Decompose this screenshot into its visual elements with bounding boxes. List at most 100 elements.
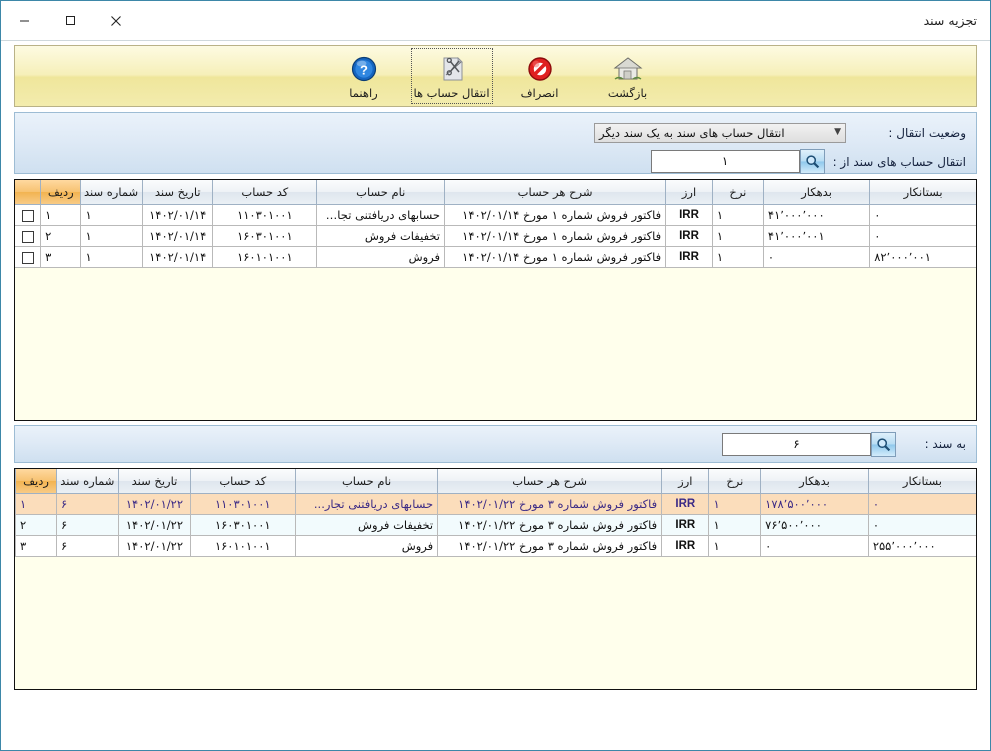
target-doc-panel: به سند : ۶: [14, 425, 977, 463]
cell-description: فاکتور فروش شماره ۱ مورخ ۱۴۰۲/۰۱/۱۴: [444, 204, 666, 226]
header-currency[interactable]: ارز: [665, 180, 713, 205]
cell-debit: ۴۱٬۰۰۰٬۰۰۱: [762, 225, 870, 247]
minimize-button[interactable]: [1, 1, 47, 40]
header-account-code[interactable]: کد حساب: [212, 180, 317, 205]
transfer-from-input[interactable]: ۱: [650, 150, 800, 173]
cell-rate: ۱: [708, 535, 761, 557]
cell-doc-date: ۱۴۰۲/۰۱/۱۴: [142, 225, 213, 247]
cell-description: فاکتور فروش شماره ۳ مورخ ۱۴۰۲/۰۱/۲۲: [437, 493, 662, 515]
cell-description: فاکتور فروش شماره ۱ مورخ ۱۴۰۲/۰۱/۱۴: [444, 225, 666, 247]
cell-doc-number: ۱: [80, 246, 143, 268]
window-title: تجزیه سند: [923, 13, 977, 28]
transfer-settings-panel: وضعیت انتقال : انتقال حساب های سند به یک…: [14, 112, 977, 174]
cell-row-no: ۱: [15, 493, 57, 515]
row-checkbox[interactable]: [21, 230, 34, 243]
table-row[interactable]: ۰ ۴۱٬۰۰۰٬۰۰۱ ۱ IRR فاکتور فروش شماره ۱ م…: [15, 225, 976, 247]
maximize-button[interactable]: [47, 1, 93, 40]
help-button[interactable]: ? راهنما: [323, 48, 405, 104]
target-doc-search-button[interactable]: [871, 431, 896, 457]
transfer-from-search-button[interactable]: [799, 149, 825, 174]
source-grid-table: بستانکار بدهکار نرخ ارز شرح هر حساب نام …: [15, 180, 976, 268]
table-row[interactable]: ۰ ۷۶٬۵۰۰٬۰۰۰ ۱ IRR فاکتور فروش شماره ۳ م…: [15, 514, 976, 536]
cell-doc-number: ۶: [55, 535, 119, 557]
source-grid-header-row: بستانکار بدهکار نرخ ارز شرح هر حساب نام …: [15, 180, 976, 205]
table-row[interactable]: ۰ ۱۷۸٬۵۰۰٬۰۰۰ ۱ IRR فاکتور فروش شماره ۳ …: [15, 493, 976, 515]
transfer-from-label: انتقال حساب های سند از :: [832, 154, 966, 169]
header-debit[interactable]: بدهکار: [762, 180, 870, 205]
transfer-from-row: انتقال حساب های سند از : ۱: [25, 149, 966, 174]
transfer-accounts-icon: [437, 53, 467, 85]
cancel-button-label: انصراف: [520, 85, 559, 100]
cell-currency: IRR: [661, 493, 709, 515]
cell-credit: ۰: [869, 204, 976, 226]
header-doc-date[interactable]: تاریخ سند: [142, 180, 213, 205]
target-doc-row: به سند : ۶: [722, 431, 966, 457]
close-button[interactable]: [93, 1, 139, 40]
source-grid[interactable]: بستانکار بدهکار نرخ ارز شرح هر حساب نام …: [14, 179, 977, 421]
cell-currency: IRR: [665, 246, 713, 268]
cell-select[interactable]: [15, 204, 41, 226]
header-debit[interactable]: بدهکار: [760, 469, 869, 494]
cell-doc-number: ۱: [80, 204, 143, 226]
header-account-name[interactable]: نام حساب: [316, 180, 445, 205]
header-doc-number[interactable]: شماره سند: [80, 180, 143, 205]
target-doc-search-group: ۶: [722, 431, 896, 457]
home-back-icon: [613, 53, 643, 85]
cell-account-code: ۱۱۰۳۰۱۰۰۱: [212, 204, 317, 226]
cell-doc-number: ۶: [55, 514, 119, 536]
header-doc-date[interactable]: تاریخ سند: [118, 469, 190, 494]
target-grid-container: بستانکار بدهکار نرخ ارز شرح هر حساب نام …: [1, 463, 990, 690]
target-doc-label: به سند :: [924, 437, 966, 451]
cell-rate: ۱: [711, 225, 764, 247]
window-controls: [1, 1, 139, 40]
header-currency[interactable]: ارز: [661, 469, 709, 494]
header-row-no[interactable]: ردیف: [15, 469, 57, 494]
cell-description: فاکتور فروش شماره ۳ مورخ ۱۴۰۲/۰۱/۲۲: [437, 535, 662, 557]
cell-row-no: ۲: [40, 225, 81, 247]
cell-account-code: ۱۶۰۳۰۱۰۰۱: [212, 225, 317, 247]
header-credit[interactable]: بستانکار: [867, 469, 976, 494]
magnifier-icon: [805, 155, 819, 169]
table-row[interactable]: ۰ ۴۱٬۰۰۰٬۰۰۰ ۱ IRR فاکتور فروش شماره ۱ م…: [15, 204, 976, 226]
header-account-name[interactable]: نام حساب: [295, 469, 438, 494]
header-row-no[interactable]: ردیف: [40, 180, 81, 205]
cell-select[interactable]: [15, 225, 41, 247]
cell-account-name: فروش: [316, 246, 445, 268]
cell-account-code: ۱۶۰۱۰۱۰۰۱: [189, 535, 296, 557]
header-description[interactable]: شرح هر حساب: [444, 180, 666, 205]
header-rate[interactable]: نرخ: [708, 469, 761, 494]
cell-account-code: ۱۱۰۳۰۱۰۰۱: [189, 493, 296, 515]
cell-credit: ۲۵۵٬۰۰۰٬۰۰۰: [867, 535, 976, 557]
header-description[interactable]: شرح هر حساب: [437, 469, 662, 494]
cell-currency: IRR: [661, 514, 709, 536]
transfer-accounts-button-label: انتقال حساب ها: [413, 85, 490, 100]
table-row[interactable]: ۲۵۵٬۰۰۰٬۰۰۰ ۰ ۱ IRR فاکتور فروش شماره ۳ …: [15, 535, 976, 557]
cell-select[interactable]: [15, 246, 41, 268]
help-button-label: راهنما: [349, 85, 378, 100]
back-button[interactable]: بازگشت: [587, 48, 669, 104]
transfer-status-select[interactable]: انتقال حساب های سند به یک سند دیگر ▼: [594, 122, 846, 143]
target-grid-body: ۰ ۱۷۸٬۵۰۰٬۰۰۰ ۱ IRR فاکتور فروش شماره ۳ …: [15, 493, 976, 557]
header-account-code[interactable]: کد حساب: [189, 469, 296, 494]
header-select-all[interactable]: [15, 180, 41, 205]
cell-rate: ۱: [711, 204, 764, 226]
header-credit[interactable]: بستانکار: [869, 180, 976, 205]
cell-account-name: حسابهای دریافتنی تجار...: [316, 204, 445, 226]
target-doc-input[interactable]: ۶: [722, 432, 871, 456]
cell-row-no: ۳: [40, 246, 81, 268]
toolbar: بازگشت انصراف انتقال حساب ها ? راهنما: [14, 45, 977, 107]
transfer-accounts-button[interactable]: انتقال حساب ها: [410, 48, 493, 104]
target-grid[interactable]: بستانکار بدهکار نرخ ارز شرح هر حساب نام …: [14, 468, 977, 690]
header-rate[interactable]: نرخ: [711, 180, 764, 205]
maximize-icon: [65, 16, 75, 25]
chevron-down-icon: ▼: [834, 127, 841, 137]
table-row[interactable]: ۸۲٬۰۰۰٬۰۰۱ ۰ ۱ IRR فاکتور فروش شماره ۱ م…: [15, 246, 976, 268]
cell-rate: ۱: [711, 246, 764, 268]
row-checkbox[interactable]: [21, 251, 34, 264]
help-question-icon: ?: [349, 53, 379, 85]
header-doc-number[interactable]: شماره سند: [55, 469, 119, 494]
cell-doc-number: ۶: [55, 493, 119, 515]
cell-credit: ۰: [869, 225, 976, 247]
cancel-button[interactable]: انصراف: [499, 48, 581, 104]
row-checkbox[interactable]: [21, 209, 34, 222]
